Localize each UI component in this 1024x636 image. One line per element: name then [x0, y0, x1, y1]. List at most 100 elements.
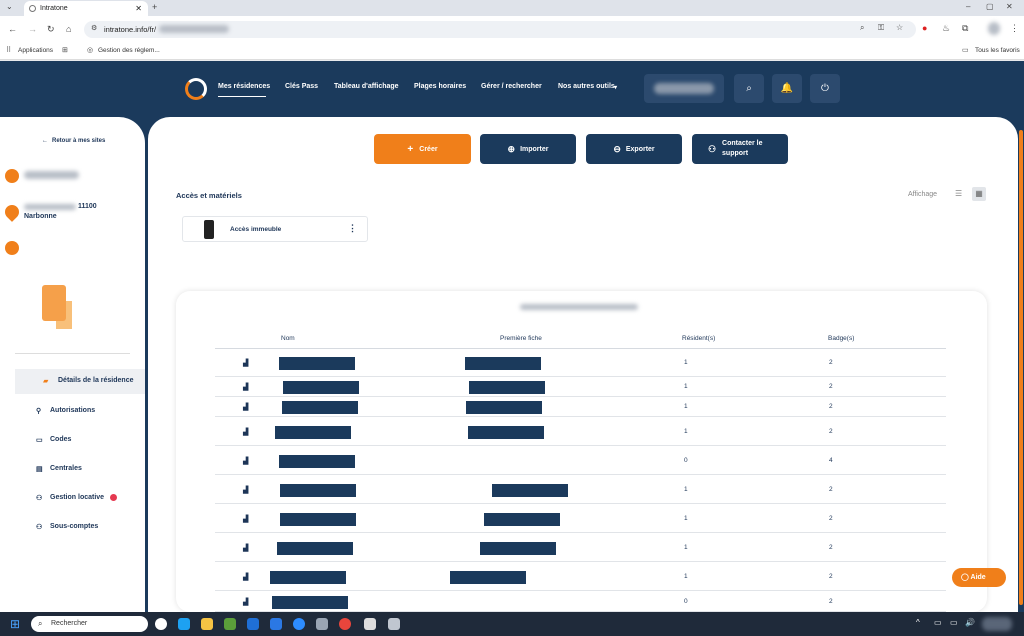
file-explorer-icon[interactable] [201, 618, 213, 630]
zoom-icon[interactable]: ⌕ [860, 23, 864, 33]
nav-mes-residences[interactable]: Mes résidences [218, 83, 270, 90]
windows-taskbar: ⊞ ⌕ Rechercher ^ ▭ ▭ 🔊 [0, 612, 1024, 636]
people-icon: ⚇ [36, 495, 43, 502]
windows-start-icon[interactable]: ⊞ [10, 617, 20, 631]
chrome-icon[interactable] [339, 618, 351, 630]
redacted-name [272, 596, 348, 609]
help-button[interactable]: ◯ Aide [952, 568, 1006, 587]
notification-bell-icon[interactable]: 🔔 [772, 74, 802, 103]
new-tab-icon[interactable]: + [152, 2, 157, 12]
home-icon[interactable]: ⌂ [66, 24, 71, 34]
sidebar-item-codes[interactable]: ▭ Codes [36, 436, 71, 444]
bookmark-gestion[interactable]: Gestion des réglem... [98, 47, 160, 54]
column-header-premiere-fiche: Première fiche [500, 335, 542, 342]
browser-tab[interactable]: Intratone ✕ [24, 1, 148, 16]
folder-icon: ▭ [962, 47, 969, 54]
taskbar-search-field[interactable]: ⌕ Rechercher [31, 616, 148, 632]
import-button[interactable]: ⊕ Importer [480, 134, 576, 164]
redacted-first-record [465, 357, 541, 370]
site-info-icon[interactable]: ⚙ [91, 24, 97, 32]
export-label: Exporter [625, 145, 655, 153]
column-header-badges: Badge(s) [828, 335, 855, 342]
store-icon[interactable] [224, 618, 236, 630]
mail-icon[interactable] [247, 618, 259, 630]
list-view-icon[interactable]: ☰ [955, 189, 962, 198]
back-to-sites-link[interactable]: Retour à mes sites [52, 138, 105, 144]
nav-autres-outils[interactable]: Nos autres outils [558, 83, 615, 90]
resident-user-icon: ▟ [243, 360, 249, 367]
bookmark-favicon-icon: ◎ [87, 47, 94, 54]
alert-dot-icon [110, 494, 117, 501]
redacted-first-record [450, 571, 526, 584]
outlook-icon[interactable] [270, 618, 282, 630]
volume-icon[interactable]: 🔊 [965, 618, 975, 627]
bookmark-applications[interactable]: Applications [18, 47, 53, 54]
team-icon: ⚇ [707, 143, 717, 154]
resident-user-icon: ▟ [243, 574, 249, 581]
nav-cles-pass[interactable]: Clés Pass [285, 83, 318, 90]
sidebar-item-gestion-locative[interactable]: ⚇ Gestion locative [36, 494, 117, 502]
tab-search-icon[interactable]: ⌄ [6, 2, 13, 11]
notepad-icon[interactable] [364, 618, 376, 630]
grid-view-icon[interactable]: ▦ [972, 187, 986, 201]
tray-app-icon[interactable]: ▭ [934, 618, 942, 627]
tray-chevron-icon[interactable]: ^ [916, 618, 920, 627]
bookmark-all-favorites[interactable]: Tous les favoris [975, 47, 1020, 54]
edge-icon[interactable] [178, 618, 190, 630]
badges-count: 2 [829, 383, 833, 390]
create-button[interactable]: + Créer [374, 134, 471, 164]
access-card[interactable]: Accès immeuble ⋮ [182, 216, 368, 242]
more-options-icon[interactable]: ⋮ [348, 223, 357, 234]
opera-icon[interactable]: ● [922, 23, 927, 33]
tab-groups-icon[interactable]: ⊞ [62, 46, 68, 54]
browser-menu-icon[interactable]: ⋮ [1010, 23, 1019, 34]
building-illustration [42, 285, 66, 321]
reload-icon[interactable]: ↻ [47, 24, 55, 35]
nav-tableau-affichage[interactable]: Tableau d'affichage [334, 83, 399, 90]
display-mode-label: Affichage [908, 191, 938, 198]
redacted-table-title [520, 304, 638, 310]
sidebar-item-autorisations[interactable]: ⚲ Autorisations [36, 407, 95, 415]
maximize-icon[interactable]: ▢ [986, 2, 994, 11]
account-selector[interactable] [644, 74, 724, 103]
create-label: Créer [419, 145, 438, 153]
close-window-icon[interactable]: ✕ [1006, 2, 1013, 11]
dropdown-caret-icon[interactable]: ▾ [614, 84, 617, 91]
sidebar-item-label: Sous-comptes [50, 523, 99, 530]
export-button[interactable]: ⊖ Exporter [586, 134, 682, 164]
nav-gerer-rechercher[interactable]: Gérer / rechercher [481, 83, 542, 90]
back-arrow-icon[interactable]: ← [42, 138, 48, 144]
extension-flame-icon[interactable]: ♨ [942, 23, 950, 34]
page-scrollbar[interactable] [1019, 130, 1023, 605]
redacted-name [283, 381, 359, 394]
redacted-url [159, 25, 229, 33]
network-icon[interactable]: ▭ [950, 618, 958, 627]
intratone-logo-icon[interactable] [185, 78, 207, 100]
active-app-icon[interactable] [388, 618, 400, 630]
taskview-icon[interactable] [155, 618, 167, 630]
sidebar-item-details[interactable]: ▰ Détails de la résidence [15, 369, 145, 394]
comment-icon[interactable] [5, 241, 19, 255]
minimize-icon[interactable]: – [966, 2, 970, 11]
residence-badge-icon [5, 169, 19, 183]
forward-icon[interactable]: → [28, 24, 37, 34]
search-icon[interactable]: ⌕ [734, 74, 764, 103]
active-nav-underline [218, 96, 266, 97]
close-tab-icon[interactable]: ✕ [135, 4, 142, 13]
zoom-app-icon[interactable] [293, 618, 305, 630]
access-card-label: Accès immeuble [230, 226, 282, 233]
password-key-icon[interactable]: ⚿ [878, 23, 884, 33]
extensions-puzzle-icon[interactable]: ⧉ [962, 23, 968, 34]
sidebar-item-centrales[interactable]: ▤ Centrales [36, 465, 82, 473]
contact-support-button[interactable]: ⚇ Contacter le support [692, 134, 788, 164]
url-field[interactable]: ⚙ intratone.info/fr/ ⌕ ⚿ ☆ [84, 21, 916, 38]
logout-power-icon[interactable]: ⏻ [810, 74, 840, 103]
nav-plages-horaires[interactable]: Plages horaires [414, 83, 466, 90]
redacted-account [654, 83, 714, 94]
section-title: Accès et matériels [176, 191, 242, 200]
app-icon[interactable] [316, 618, 328, 630]
sidebar-item-sous-comptes[interactable]: ⚇ Sous-comptes [36, 523, 99, 531]
back-icon[interactable]: ← [8, 24, 17, 34]
profile-avatar[interactable] [988, 22, 1000, 35]
bookmark-star-icon[interactable]: ☆ [896, 23, 903, 32]
